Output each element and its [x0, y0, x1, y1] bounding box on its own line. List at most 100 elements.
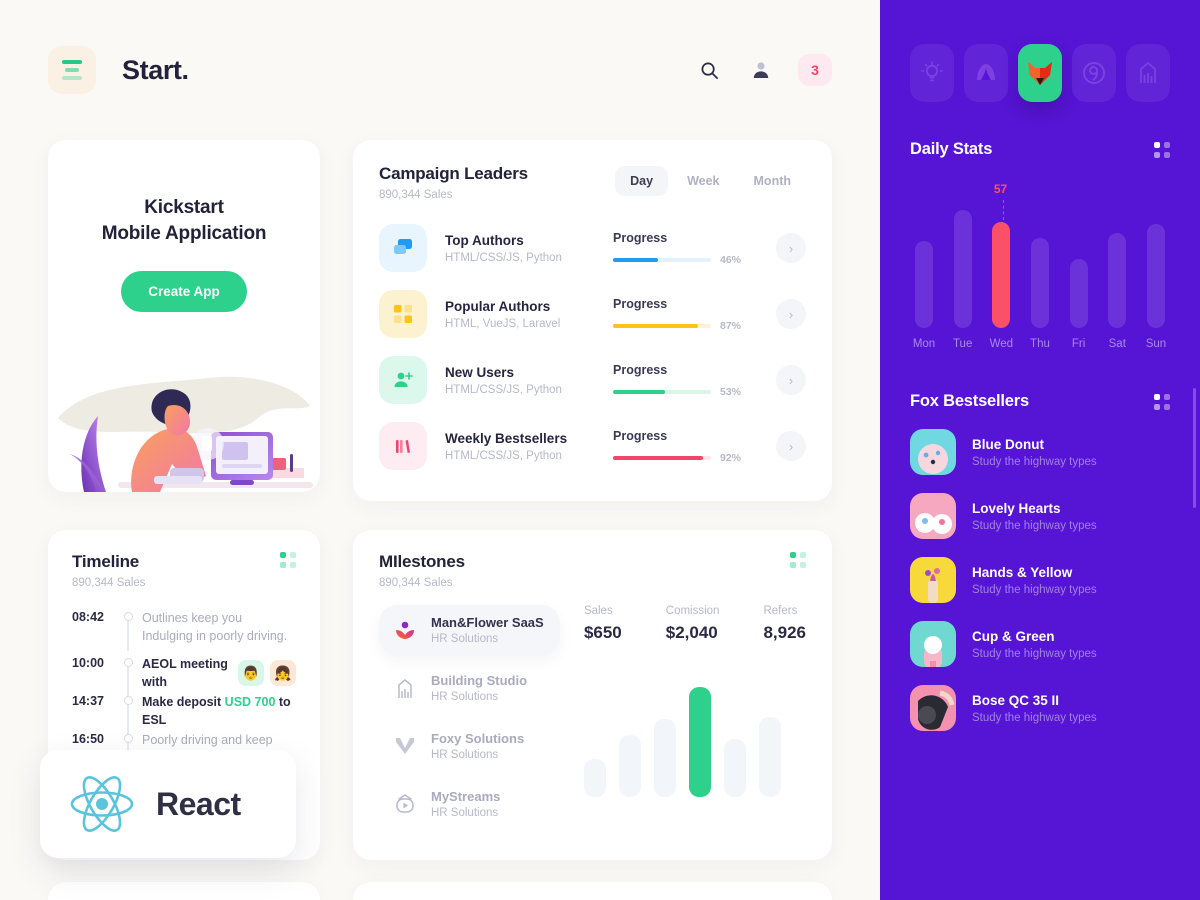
lightbulb-icon[interactable] [910, 44, 954, 102]
chart-column [1142, 224, 1170, 328]
peek-card-left[interactable] [48, 882, 320, 900]
list-item[interactable]: Foxy Solutions HR Solutions [379, 721, 560, 771]
table-row[interactable]: Weekly Bestsellers HTML/CSS/JS, Python P… [379, 413, 806, 479]
stat-label: Comission [665, 605, 720, 617]
milestone-name: Building Studio [431, 673, 528, 688]
tab-day[interactable]: Day [615, 166, 669, 196]
chart-bar [1108, 232, 1127, 328]
react-label: React [156, 785, 241, 822]
product-info: Blue Donut Study the highway types [972, 437, 1097, 468]
peek-card-right[interactable] [353, 882, 832, 900]
search-icon[interactable] [694, 55, 724, 85]
row-progress: Progress 46% [613, 231, 741, 266]
tv-play-icon [391, 793, 419, 815]
arch-app-icon[interactable] [964, 44, 1008, 102]
milestones-list: Man&Flower SaaS HR Solutions Building St… [379, 605, 560, 837]
list-item[interactable]: Bose QC 35 II Study the highway types [910, 685, 1170, 731]
product-sub: Study the highway types [972, 647, 1097, 660]
list-item[interactable]: Blue Donut Study the highway types [910, 429, 1170, 475]
chart-bar [583, 759, 606, 797]
row-progress: Progress 92% [613, 429, 741, 464]
list-item[interactable]: 10:00 AEOL meeting with 👨 👧 [72, 655, 296, 697]
list-item[interactable]: 14:37 Make deposit USD 700 to ESL [72, 693, 296, 735]
grid-dots-icon[interactable] [1154, 393, 1170, 410]
notification-badge[interactable]: 3 [798, 54, 832, 86]
milestone-sub: HR Solutions [431, 749, 499, 761]
kickstart-card: Kickstart Mobile Application Create App [48, 140, 320, 492]
chart-column [949, 210, 977, 328]
table-row[interactable]: New Users HTML/CSS/JS, Python Progress 5… [379, 347, 806, 413]
time-range-tabs: Day Week Month [615, 166, 806, 196]
sidebar-scrollbar[interactable] [1193, 388, 1196, 508]
product-info: Hands & Yellow Study the highway types [972, 565, 1097, 596]
brand: Start. [48, 46, 189, 94]
product-thumbnail [910, 621, 956, 667]
grid-dots-icon[interactable] [1154, 141, 1170, 158]
product-name: Bose QC 35 II [972, 692, 1060, 708]
chart-bar [688, 687, 711, 797]
milestone-name: MyStreams [431, 789, 501, 804]
grid-squares-icon [379, 290, 427, 338]
list-item[interactable]: MyStreams HR Solutions [379, 779, 560, 829]
campaign-leaders-card: Campaign Leaders 890,344 Sales Day Week … [353, 140, 832, 501]
progress-bar [613, 389, 711, 394]
product-sub: Study the highway types [972, 455, 1097, 468]
right-sidebar: Daily Stats 57 Mon Tue Wed Thu Fri Sat Sun Fox… [880, 0, 1200, 900]
table-row[interactable]: Popular Authors HTML, VueJS, Laravel Pro… [379, 281, 806, 347]
campaign-subtitle: 890,344 Sales [379, 189, 453, 201]
bestsellers-list: Blue Donut Study the highway types Lovely … [910, 429, 1170, 731]
grid-dots-icon[interactable] [790, 552, 806, 568]
row-tech: HTML, VueJS, Laravel [445, 317, 561, 330]
create-app-button[interactable]: Create App [121, 271, 247, 312]
chevron-right-icon[interactable]: › [776, 299, 806, 329]
chart-bar [1069, 258, 1088, 328]
progress-percent: 92% [719, 451, 741, 464]
nine-circle-icon[interactable] [1072, 44, 1116, 102]
list-item[interactable]: Lovely Hearts Study the highway types [910, 493, 1170, 539]
app-switcher [910, 44, 1170, 102]
product-thumbnail [910, 557, 956, 603]
chart-bar [1030, 237, 1049, 328]
timeline-dot [123, 696, 133, 705]
list-item[interactable]: Cup & Green Study the highway types [910, 621, 1170, 667]
product-thumbnail [910, 429, 956, 475]
chart-highlight-line [1002, 200, 1004, 221]
row-info: Weekly Bestsellers HTML/CSS/JS, Python [445, 431, 613, 462]
tab-month[interactable]: Month [739, 166, 806, 196]
chevron-right-icon[interactable]: › [776, 431, 806, 461]
hamburger-menu-icon[interactable] [48, 46, 96, 94]
flower-logo-icon [391, 619, 419, 641]
grid-dots-icon[interactable] [280, 552, 296, 568]
building-icon[interactable] [1126, 44, 1170, 102]
row-tech: HTML/CSS/JS, Python [445, 383, 562, 396]
milestones-card: MIlestones 890,344 Sales Man&Flower SaaS [353, 530, 832, 860]
list-item[interactable]: Hands & Yellow Study the highway types [910, 557, 1170, 603]
timeline-text: Outlines keep you Indulging in poorly dr… [142, 611, 288, 643]
fox-icon[interactable] [1018, 44, 1062, 102]
milestone-sub: HR Solutions [431, 633, 499, 645]
stat-value: $650 [583, 623, 622, 642]
chart-x-label: Mon [912, 338, 936, 350]
react-badge[interactable]: React [40, 750, 296, 858]
list-item[interactable]: Man&Flower SaaS HR Solutions [379, 605, 560, 655]
stat-value: $2,040 [665, 623, 718, 642]
tab-week[interactable]: Week [672, 166, 734, 196]
chevron-right-icon[interactable]: › [776, 233, 806, 263]
product-thumbnail [910, 685, 956, 731]
product-sub: Study the highway types [972, 519, 1097, 532]
stat-refers: Refers 8,926 [763, 605, 806, 643]
list-item[interactable]: 08:42 Outlines keep you Indulging in poo… [72, 609, 296, 655]
dashboard-root: Start. 3 Kickstart Mobile Application Cr… [0, 0, 1200, 900]
product-info: Cup & Green Study the highway types [972, 629, 1097, 660]
user-avatar-icon[interactable] [746, 55, 776, 85]
progress-percent: 53% [719, 385, 741, 398]
list-item[interactable]: Building Studio HR Solutions [379, 663, 560, 713]
row-progress: Progress 87% [613, 297, 741, 332]
milestone-sub: HR Solutions [431, 807, 499, 819]
milestone-name: Foxy Solutions [431, 731, 525, 746]
chart-bar [915, 241, 933, 328]
chevron-right-icon[interactable]: › [776, 365, 806, 395]
fox-chevron-icon [391, 736, 419, 756]
table-row[interactable]: Top Authors HTML/CSS/JS, Python Progress… [379, 215, 806, 281]
stat-label: Sales [583, 605, 613, 617]
